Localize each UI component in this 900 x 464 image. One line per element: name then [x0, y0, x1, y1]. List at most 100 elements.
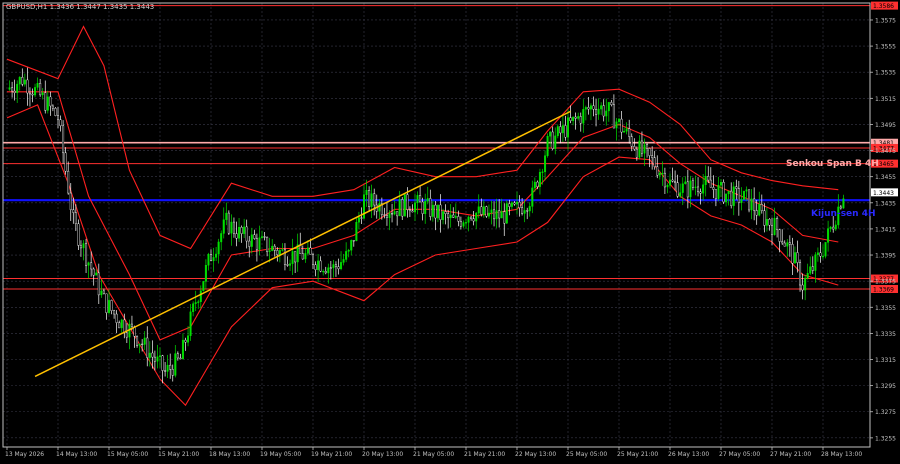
candle-body — [281, 249, 284, 251]
candle-body — [832, 226, 835, 230]
candle-body — [722, 182, 725, 203]
y-tick-label: 1.3355 — [875, 305, 896, 312]
candle-body — [90, 262, 93, 270]
candle-body — [839, 206, 842, 209]
candle-body — [184, 339, 187, 343]
candle-body — [679, 192, 682, 197]
candle-body — [595, 108, 598, 115]
candle-body — [329, 267, 332, 269]
candle-body — [592, 105, 595, 110]
x-tick-label: 19 May 21:00 — [311, 451, 352, 458]
candle-body — [426, 198, 429, 202]
candle-body — [181, 339, 184, 360]
candle-body — [498, 210, 501, 219]
candle-body — [436, 204, 439, 219]
candle-body — [125, 332, 128, 338]
x-tick-label: 19 May 05:00 — [260, 451, 301, 458]
y-tick-label: 1.3275 — [875, 409, 896, 416]
candle-body — [209, 254, 212, 262]
candle-body — [199, 290, 202, 302]
candle-body — [67, 170, 70, 194]
candle-body — [396, 211, 399, 217]
candle-body — [544, 155, 547, 173]
candle-body — [442, 211, 445, 220]
y-tick-label: 1.3375 — [875, 279, 896, 286]
candle-body — [740, 199, 743, 203]
x-tick-label: 26 May 13:00 — [668, 451, 709, 458]
candle-body — [449, 214, 452, 219]
candle-body — [773, 218, 776, 235]
candle-body — [416, 195, 419, 203]
candle-body — [459, 221, 462, 227]
candle-body — [607, 102, 610, 112]
candle-body — [286, 264, 289, 266]
y-tick-label: 1.3515 — [875, 96, 896, 103]
candle-body — [638, 140, 641, 158]
chart-area[interactable]: 1.3586 1.3481 1.3477 1.3465 1.3377 1.3369 1.3… — [0, 0, 900, 460]
candle-body — [28, 92, 31, 95]
candle-body — [768, 219, 771, 226]
x-tick-label: 21 May 21:00 — [464, 451, 505, 458]
candle-body — [707, 176, 710, 181]
candle-body — [202, 281, 205, 291]
candle-body — [653, 157, 656, 167]
price-chart[interactable]: 1.35861.34811.34771.34651.33771.3369 1.3… — [0, 0, 900, 460]
candle-body — [771, 225, 774, 235]
candle-body — [123, 319, 126, 334]
candle-body — [314, 264, 317, 270]
candle-body — [360, 217, 363, 219]
candle-body — [85, 243, 88, 266]
candle-body — [564, 125, 567, 138]
candle-body — [278, 250, 281, 255]
candle-body — [684, 181, 687, 184]
x-tick-label: 13 May 2026 — [5, 451, 44, 458]
candle-body — [633, 146, 636, 150]
candle-body — [258, 237, 261, 250]
y-tick-label: 1.3435 — [875, 200, 896, 207]
candle-body — [120, 319, 123, 329]
candle-body — [531, 187, 534, 207]
candle-body — [347, 250, 350, 252]
current-price-label: 1.3443 — [873, 190, 894, 197]
y-tick-label: 1.3495 — [875, 122, 896, 129]
candle-body — [102, 290, 105, 295]
candle-body — [107, 300, 110, 313]
candle-body — [742, 190, 745, 200]
candle-body — [383, 214, 386, 216]
candle-body — [567, 117, 570, 138]
candle-body — [294, 251, 297, 263]
candle-body — [92, 268, 95, 276]
candle-body — [816, 252, 819, 255]
candle-body — [834, 224, 837, 230]
candle-body — [340, 262, 343, 270]
candle-body — [510, 202, 513, 207]
candle-body — [444, 211, 447, 214]
candle-body — [572, 116, 575, 121]
candle-body — [261, 236, 264, 238]
y-tick-label: 1.3295 — [875, 383, 896, 390]
candle-body — [324, 270, 327, 274]
candle-body — [411, 210, 414, 213]
candle-body — [44, 92, 47, 111]
candle-body — [69, 192, 72, 210]
candle-body — [561, 125, 564, 134]
candle-body — [350, 240, 353, 251]
x-tick-label: 25 May 21:00 — [617, 451, 658, 458]
candle-body — [842, 198, 845, 209]
candle-body — [500, 211, 503, 219]
candle-body — [166, 364, 169, 372]
candle-body — [661, 172, 664, 175]
candle-body — [714, 189, 717, 199]
candle-body — [192, 303, 195, 313]
candle-body — [735, 186, 738, 189]
candle-body — [763, 210, 766, 226]
kijun-label: Kijun-sen 4H — [811, 209, 876, 219]
candle-body — [263, 236, 266, 238]
candle-body — [725, 193, 728, 203]
candle-body — [207, 254, 210, 266]
candle-body — [419, 195, 422, 203]
candle-body — [334, 264, 337, 267]
candle-body — [732, 186, 735, 206]
candle-body — [373, 193, 376, 206]
candle-body — [105, 293, 108, 313]
